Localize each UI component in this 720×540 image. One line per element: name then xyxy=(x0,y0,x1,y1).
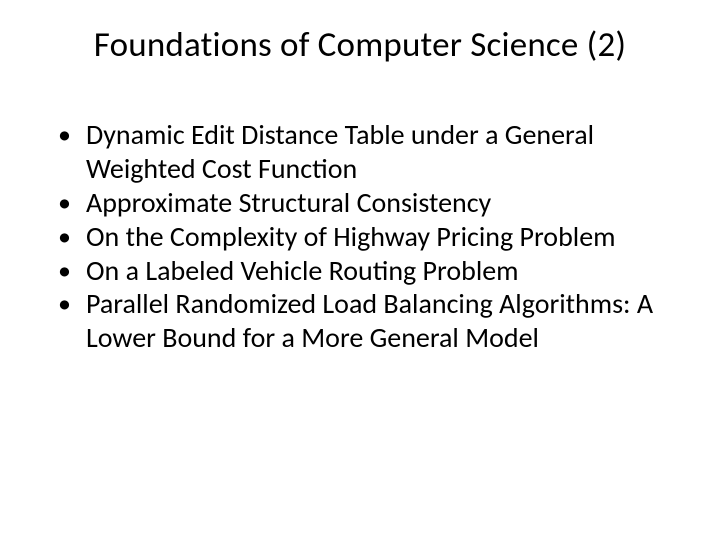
list-item: Parallel Randomized Load Balancing Algor… xyxy=(58,287,680,355)
slide: Foundations of Computer Science (2) Dyna… xyxy=(0,0,720,540)
list-item: On the Complexity of Highway Pricing Pro… xyxy=(58,220,680,254)
list-item: On a Labeled Vehicle Routing Problem xyxy=(58,254,680,288)
slide-title: Foundations of Computer Science (2) xyxy=(40,24,680,66)
list-item: Approximate Structural Consistency xyxy=(58,186,680,220)
list-item: Dynamic Edit Distance Table under a Gene… xyxy=(58,118,680,186)
bullet-list: Dynamic Edit Distance Table under a Gene… xyxy=(40,118,680,355)
